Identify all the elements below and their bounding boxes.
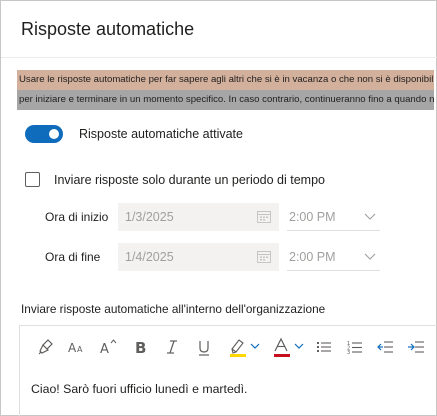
highlight-icon[interactable] [226,336,266,358]
bold-icon[interactable]: B [130,336,152,358]
end-time-label: Ora di fine [45,250,101,264]
calendar-icon [257,251,271,263]
svg-text:A: A [77,345,83,354]
start-time-label: Ora di inizio [45,210,109,224]
toggle-knob [49,129,59,139]
end-time-dropdown[interactable]: 2:00 PM [287,243,380,271]
decrease-indent-icon[interactable] [374,336,396,358]
svg-text:A: A [68,341,77,355]
start-date-field[interactable]: 1/3/2025 [118,203,279,231]
font-color-icon[interactable] [270,336,310,358]
time-period-row: Inviare risposte solo durante un periodo… [25,172,325,187]
auto-reply-toggle-label: Risposte automatiche attivate [79,127,243,141]
grow-font-icon[interactable]: A [96,336,122,358]
time-period-label: Inviare risposte solo durante un periodo… [54,172,325,187]
start-time-row: Ora di inizio 1/3/2025 2:00 PM [1,203,437,231]
title-divider [1,57,437,58]
start-date-value: 1/3/2025 [125,210,174,224]
auto-reply-toggle[interactable] [25,125,63,143]
chevron-down-icon [364,253,376,260]
svg-text:3: 3 [347,350,350,355]
end-time-value: 2:00 PM [289,250,336,264]
numbering-icon[interactable]: 1 2 3 [344,336,366,358]
start-time-value: 2:00 PM [289,210,336,224]
calendar-icon [257,211,271,223]
italic-icon[interactable] [161,336,183,358]
svg-text:B: B [135,339,146,355]
message-body-text[interactable]: Ciao! Sarò fuori ufficio lunedì e marted… [31,382,247,396]
auto-reply-toggle-row: Risposte automatiche attivate [25,125,243,143]
format-painter-icon[interactable] [34,336,58,358]
auto-reply-panel: Risposte automatiche Usare le risposte a… [0,0,437,416]
org-section-label: Inviare risposte automatiche all'interno… [21,302,326,316]
end-date-value: 1/4/2025 [125,250,174,264]
start-time-dropdown[interactable]: 2:00 PM [287,203,380,231]
formatting-toolbar: A A A B 1 2 3 [20,326,437,368]
message-editor[interactable]: A A A B 1 2 3 Ciao! Sarò fuori ufficio l… [19,325,437,416]
panel-title: Risposte automatiche [21,19,195,39]
chevron-down-icon [364,213,376,220]
description-line-1: Usare le risposte automatiche per far sa… [17,70,434,90]
end-time-row: Ora di fine 1/4/2025 2:00 PM [1,243,437,271]
svg-text:A: A [100,342,109,356]
time-period-checkbox[interactable] [25,172,40,187]
font-size-icon[interactable]: A A [64,336,90,358]
increase-indent-icon[interactable] [405,336,427,358]
bullets-icon[interactable] [313,336,335,358]
description-line-2: per iniziare e terminare in un momento s… [17,90,434,110]
underline-icon[interactable] [193,336,215,358]
end-date-field[interactable]: 1/4/2025 [118,243,279,271]
